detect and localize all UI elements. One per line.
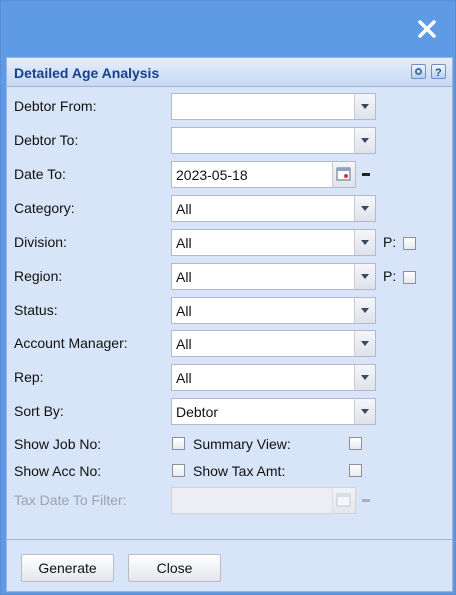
show-acc-no-checkbox[interactable] <box>172 464 185 477</box>
region-label: Region: <box>14 268 63 284</box>
division-value: All <box>176 235 192 251</box>
summary-view-checkbox[interactable] <box>349 437 362 450</box>
clear-date-minus-icon[interactable] <box>358 161 376 188</box>
show-acc-no-label: Show Acc No: <box>14 463 102 479</box>
chevron-down-icon[interactable] <box>354 230 375 255</box>
clear-tax-date-minus-icon <box>358 487 376 514</box>
panel-header: Detailed Age Analysis ? <box>7 58 452 87</box>
status-combo[interactable]: All <box>171 297 376 324</box>
report-panel: Detailed Age Analysis ? Debtor From: Deb… <box>6 57 453 592</box>
category-value: All <box>176 201 192 217</box>
status-value: All <box>176 303 192 319</box>
footer-divider <box>7 539 452 540</box>
division-combo[interactable]: All <box>171 229 376 256</box>
date-to-label: Date To: <box>14 166 66 182</box>
chevron-down-icon[interactable] <box>354 128 375 153</box>
division-label: Division: <box>14 234 67 250</box>
account-manager-label: Account Manager: <box>14 335 128 351</box>
tax-date-to-filter-field <box>171 487 356 514</box>
division-p-label: P: <box>383 234 397 250</box>
rep-value: All <box>176 370 192 386</box>
show-job-no-label: Show Job No: <box>14 436 102 452</box>
region-combo[interactable]: All <box>171 263 376 290</box>
title-bar <box>1 1 455 57</box>
gear-icon[interactable] <box>411 64 426 79</box>
generate-button[interactable]: Generate <box>21 554 114 582</box>
chevron-down-icon[interactable] <box>354 298 375 323</box>
sort-by-label: Sort By: <box>14 403 64 419</box>
status-label: Status: <box>14 302 58 318</box>
date-to-value: 2023-05-18 <box>176 167 248 183</box>
region-value: All <box>176 269 192 285</box>
debtor-from-label: Debtor From: <box>14 98 97 114</box>
category-combo[interactable]: All <box>171 195 376 222</box>
calendar-icon[interactable] <box>332 162 355 187</box>
region-p-checkbox[interactable] <box>403 271 416 284</box>
dialog-window: Detailed Age Analysis ? Debtor From: Deb… <box>0 0 456 595</box>
chevron-down-icon[interactable] <box>354 331 375 356</box>
help-icon[interactable]: ? <box>431 64 446 79</box>
svg-text:?: ? <box>435 67 442 78</box>
chevron-down-icon[interactable] <box>354 365 375 390</box>
chevron-down-icon[interactable] <box>354 399 375 424</box>
show-job-no-checkbox[interactable] <box>172 437 185 450</box>
debtor-to-label: Debtor To: <box>14 132 79 148</box>
division-p-checkbox[interactable] <box>403 237 416 250</box>
debtor-from-combo[interactable] <box>171 93 376 120</box>
debtor-to-combo[interactable] <box>171 127 376 154</box>
chevron-down-icon[interactable] <box>354 196 375 221</box>
account-manager-value: All <box>176 336 192 352</box>
sort-by-value: Debtor <box>176 404 219 420</box>
panel-title: Detailed Age Analysis <box>14 65 160 81</box>
sort-by-combo[interactable]: Debtor <box>171 398 376 425</box>
calendar-icon <box>332 488 355 513</box>
account-manager-combo[interactable]: All <box>171 330 376 357</box>
chevron-down-icon[interactable] <box>354 94 375 119</box>
close-icon[interactable] <box>417 19 437 39</box>
close-button[interactable]: Close <box>128 554 221 582</box>
tax-date-to-filter-label: Tax Date To Filter: <box>14 492 127 508</box>
show-tax-amt-label: Show Tax Amt: <box>193 463 286 479</box>
summary-view-label: Summary View: <box>193 436 291 452</box>
rep-combo[interactable]: All <box>171 364 376 391</box>
rep-label: Rep: <box>14 369 44 385</box>
category-label: Category: <box>14 200 75 216</box>
chevron-down-icon[interactable] <box>354 264 375 289</box>
show-tax-amt-checkbox[interactable] <box>349 464 362 477</box>
region-p-label: P: <box>383 268 397 284</box>
date-to-field[interactable]: 2023-05-18 <box>171 161 356 188</box>
